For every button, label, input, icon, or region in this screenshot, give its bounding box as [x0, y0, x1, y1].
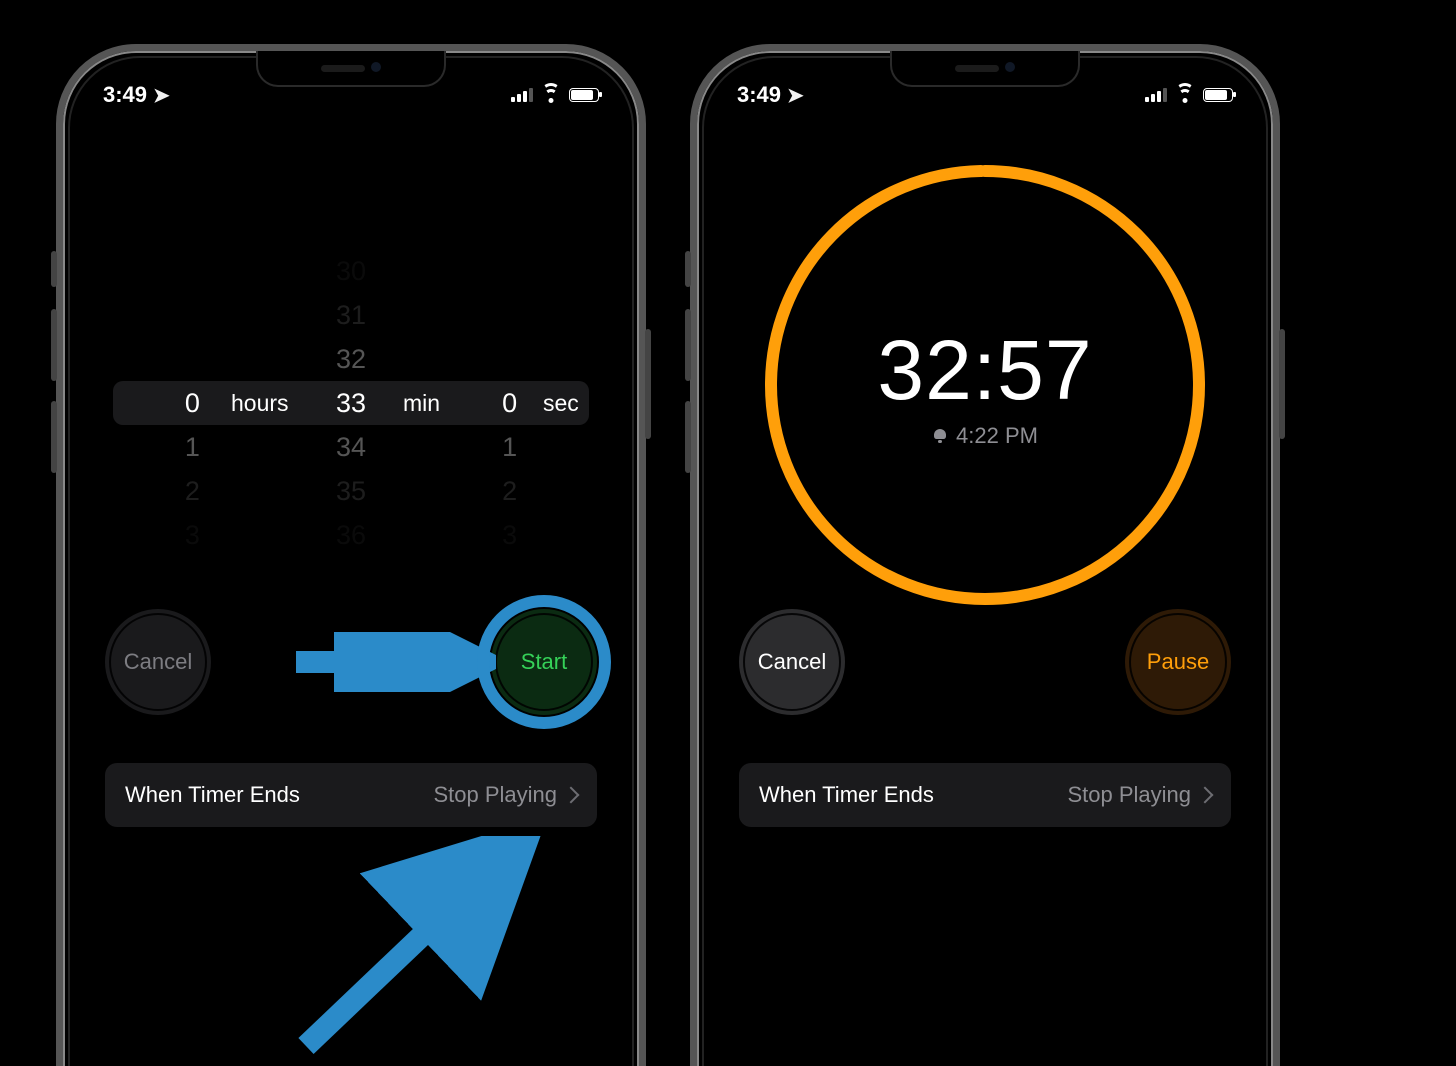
volume-up-button [51, 309, 57, 381]
mute-switch [51, 251, 57, 287]
canvas: { "status": { "time": "3:49" }, "left": … [0, 0, 1456, 1066]
when-timer-ends-label: When Timer Ends [125, 782, 300, 808]
duration-picker[interactable]: 0 1 2 3 30 31 32 33 34 35 36 0 1 2 3 [113, 231, 589, 571]
power-button [1279, 329, 1285, 439]
when-timer-ends-value: Stop Playing [433, 782, 557, 808]
wifi-icon [540, 87, 562, 103]
cellular-icon [1145, 88, 1167, 102]
seconds-unit-label: sec [543, 381, 579, 425]
battery-icon [569, 88, 599, 102]
location-icon: ➤ [787, 83, 804, 108]
cancel-button[interactable]: Cancel [739, 609, 845, 715]
mute-switch [685, 251, 691, 287]
phone-timer-setup: 3:49 ➤ 0 1 2 3 30 31 32 33 34 3 [56, 44, 646, 1066]
battery-icon [1203, 88, 1233, 102]
wifi-icon [1174, 87, 1196, 103]
notch [256, 51, 446, 87]
chevron-right-icon [1197, 787, 1214, 804]
hours-unit-label: hours [231, 381, 289, 425]
cellular-icon [511, 88, 533, 102]
chevron-right-icon [563, 787, 580, 804]
location-icon: ➤ [153, 83, 170, 108]
phone-timer-running: 3:49 ➤ 32:57 4:22 PM Cancel Pause When T… [690, 44, 1280, 1066]
status-time: 3:49 [103, 82, 147, 108]
power-button [645, 329, 651, 439]
volume-down-button [51, 401, 57, 473]
when-timer-ends-row[interactable]: When Timer Ends Stop Playing [739, 763, 1231, 827]
cancel-button[interactable]: Cancel [105, 609, 211, 715]
start-button[interactable]: Start [491, 609, 597, 715]
minutes-unit-label: min [403, 381, 440, 425]
time-remaining: 32:57 [877, 322, 1092, 419]
when-timer-ends-row[interactable]: When Timer Ends Stop Playing [105, 763, 597, 827]
timer-ring: 32:57 4:22 PM [759, 159, 1211, 611]
when-timer-ends-label: When Timer Ends [759, 782, 934, 808]
when-timer-ends-value: Stop Playing [1067, 782, 1191, 808]
volume-down-button [685, 401, 691, 473]
end-time: 4:22 PM [956, 423, 1038, 449]
volume-up-button [685, 309, 691, 381]
notch [890, 51, 1080, 87]
pause-button[interactable]: Pause [1125, 609, 1231, 715]
status-time: 3:49 [737, 82, 781, 108]
bell-icon [932, 428, 948, 444]
